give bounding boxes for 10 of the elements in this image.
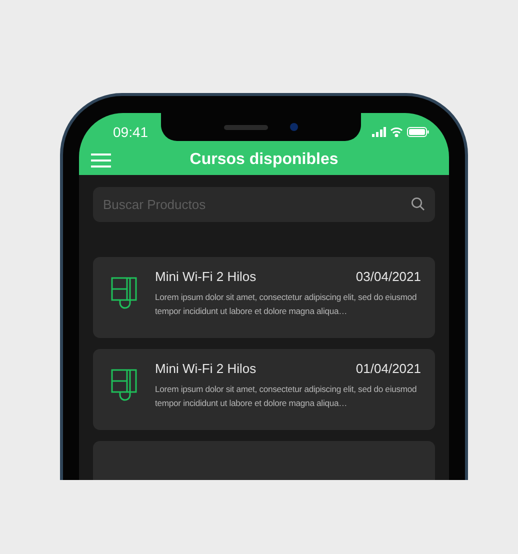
course-title: Mini Wi-Fi 2 Hilos [155, 361, 256, 376]
course-description: Lorem ipsum dolor sit amet, consectetur adipiscing elit, sed do eiusmod tempor incididunt ut labore et dolore magna aliqua… [155, 383, 418, 410]
course-card[interactable]: Mini Wi-Fi 2 Hilos 01/04/2021 Lorem ipsum dolor sit amet, consectetur adipiscing elit, sed do eiusmod tempor incididunt ut labore et dolore magna aliqua… [93, 349, 435, 430]
course-card[interactable]: Mini Wi-Fi 2 Hilos 03/04/2021 Lorem ipsum dolor sit amet, consectetur adipiscing elit, sed do eiusmod tempor incididunt ut labore et dolore magna aliqua… [93, 257, 435, 338]
course-description: Lorem ipsum dolor sit amet, consectetur adipiscing elit, sed do eiusmod tempor incididunt ut labore et dolore magna aliqua… [155, 291, 418, 318]
status-time: 09:41 [113, 124, 148, 140]
course-title: Mini Wi-Fi 2 Hilos [155, 269, 256, 284]
screen-title: Cursos disponibles [190, 151, 338, 169]
course-date: 03/04/2021 [356, 269, 421, 284]
course-date: 01/04/2021 [356, 361, 421, 376]
